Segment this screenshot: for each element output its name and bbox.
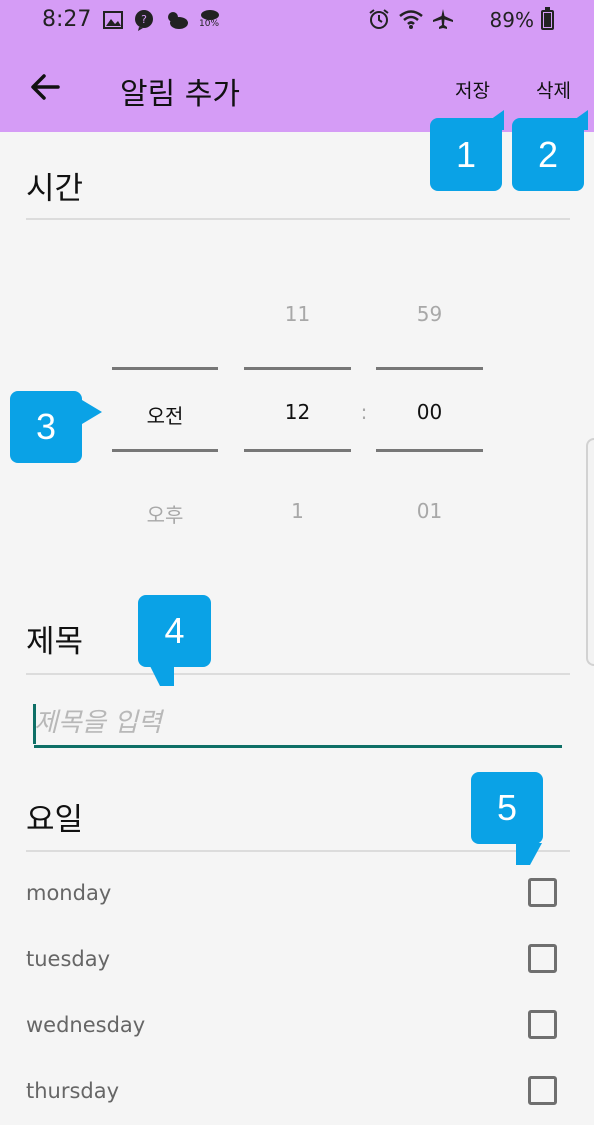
title-divider — [26, 673, 570, 675]
airplane-icon — [433, 9, 453, 29]
ampm-line-bottom — [112, 449, 218, 452]
messenger-icon: ? — [135, 10, 153, 31]
callout-badge: 5 — [471, 772, 543, 844]
save-button[interactable]: 저장 — [455, 76, 490, 103]
text-cursor — [33, 704, 36, 744]
time-section-title: 시간 — [26, 171, 84, 207]
status-bar: 8:27 ? 10% 89% — [0, 0, 594, 40]
title-input[interactable] — [34, 700, 562, 748]
day-checkbox[interactable] — [528, 944, 557, 973]
minute-line-bottom — [376, 449, 483, 452]
day-section-title: 요일 — [26, 802, 84, 838]
day-row-wednesday[interactable]: wednesday — [26, 1007, 566, 1047]
day-checkbox[interactable] — [528, 1010, 557, 1039]
delete-button[interactable]: 삭제 — [536, 76, 571, 103]
callout-tail — [150, 666, 174, 686]
ampm-next[interactable]: 오후 — [112, 499, 218, 528]
time-divider — [26, 218, 570, 220]
day-row-tuesday[interactable]: tuesday — [26, 941, 566, 981]
weather-icon — [168, 12, 188, 29]
day-label: monday — [26, 881, 112, 905]
hour-line-top — [244, 367, 351, 370]
minute-selected[interactable]: 00 — [376, 400, 483, 424]
minute-prev[interactable]: 59 — [376, 302, 483, 326]
scroll-handle[interactable] — [586, 438, 594, 666]
callout-badge: 4 — [138, 595, 211, 667]
callout-badge: 3 — [10, 391, 82, 463]
wifi-icon — [399, 10, 423, 29]
day-row-monday[interactable]: monday — [26, 875, 566, 915]
ampm-line-top — [112, 367, 218, 370]
day-row-thursday[interactable]: thursday — [26, 1073, 566, 1113]
day-checkbox[interactable] — [528, 878, 557, 907]
hour-prev[interactable]: 11 — [244, 302, 351, 326]
callout-badge: 1 — [430, 118, 502, 191]
status-time: 8:27 — [42, 7, 92, 32]
battery-percent: 89% — [489, 8, 534, 32]
day-divider — [26, 850, 570, 852]
battery-fill — [544, 12, 551, 27]
callout-tail — [82, 400, 102, 424]
ampm-selected[interactable]: 오전 — [112, 400, 218, 429]
minute-line-top — [376, 367, 483, 370]
rain-chance-icon: 10% — [199, 8, 221, 32]
svg-text:?: ? — [141, 13, 147, 26]
time-separator: : — [360, 400, 368, 424]
alarm-icon — [369, 9, 389, 29]
title-section-title: 제목 — [26, 624, 84, 660]
hour-selected[interactable]: 12 — [244, 400, 351, 424]
hour-line-bottom — [244, 449, 351, 452]
day-label: tuesday — [26, 947, 111, 971]
minute-next[interactable]: 01 — [376, 499, 483, 523]
image-icon — [103, 11, 123, 29]
hour-next[interactable]: 1 — [244, 499, 351, 523]
page-title: 알림 추가 — [120, 77, 240, 112]
app-bar: 알림 추가 저장 삭제 — [0, 40, 594, 132]
arrow-left-icon[interactable] — [28, 70, 62, 104]
callout-tail — [516, 843, 542, 865]
callout-badge: 2 — [512, 118, 584, 191]
day-label: wednesday — [26, 1013, 146, 1037]
day-label: thursday — [26, 1079, 120, 1103]
battery-icon — [541, 7, 554, 30]
day-checkbox[interactable] — [528, 1076, 557, 1105]
